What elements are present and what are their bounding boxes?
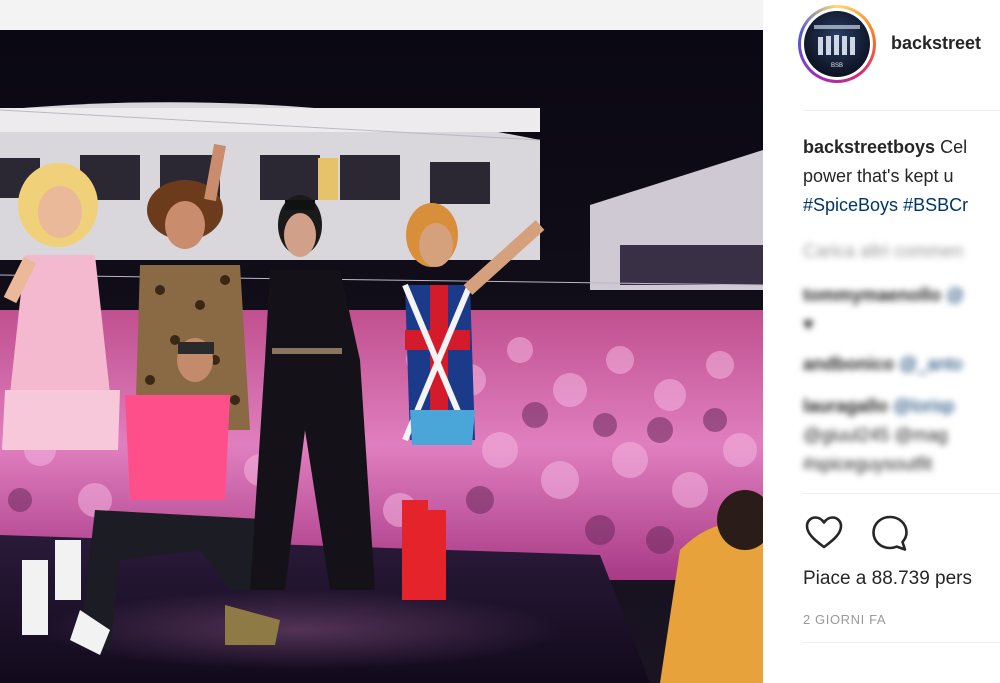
hashtag-bsbcruise[interactable]: #BSBCr	[903, 195, 968, 215]
comment-2: andbonico @_anto	[803, 350, 1000, 379]
svg-text:BSB: BSB	[831, 63, 843, 69]
comment-2-user[interactable]: andbonico	[803, 354, 894, 374]
comment-1-extra: ♥	[803, 314, 814, 334]
caption-text-2: power that's kept u	[803, 166, 954, 186]
avatar[interactable]: BSB	[804, 11, 870, 77]
post-sidebar: BSB backstreet backstreetboys Cel power …	[763, 0, 1000, 683]
caption-line-1: backstreetboys Cel	[803, 133, 1000, 162]
comment-3-line-3[interactable]: #spiceguysoutfit	[803, 450, 1000, 479]
comment-3: lauragallo @lorisp	[803, 392, 1000, 421]
caption-text-1: Cel	[940, 137, 968, 157]
caption-hashtags: #SpiceBoys #BSBCr	[803, 191, 1000, 220]
header-username[interactable]: backstreet	[891, 33, 981, 54]
comment-3-text[interactable]: @lorisp	[893, 396, 954, 416]
caption-username[interactable]: backstreetboys	[803, 137, 935, 157]
comment-button[interactable]	[869, 512, 911, 554]
comment-3-line-2[interactable]: @giuul245 @mag	[803, 421, 1000, 450]
footer-divider	[803, 642, 1000, 643]
post-photo[interactable]	[0, 30, 763, 683]
comment-1-user[interactable]: tommymaenollo	[803, 285, 941, 305]
caption: backstreetboys Cel power that's kept u #…	[803, 133, 1000, 220]
likes-count[interactable]: Piace a 88.739 pers	[803, 568, 972, 590]
load-more-comments[interactable]: Carica altri commen	[803, 237, 1000, 266]
comment-1: tommymaenollo @	[803, 281, 1000, 310]
comment-1-text[interactable]: @	[946, 285, 964, 305]
actions-divider	[803, 493, 1000, 494]
top-strip	[0, 0, 763, 30]
comment-2-text[interactable]: @_anto	[899, 354, 962, 374]
post-timestamp[interactable]: 2 GIORNI FA	[803, 612, 886, 627]
hashtag-spiceboys[interactable]: #SpiceBoys	[803, 195, 898, 215]
heart-icon	[805, 516, 843, 549]
header-divider	[803, 110, 1000, 111]
comment-3-user[interactable]: lauragallo	[803, 396, 888, 416]
story-ring[interactable]: BSB	[798, 5, 876, 83]
comment-icon	[872, 515, 908, 551]
like-button[interactable]	[803, 512, 845, 554]
